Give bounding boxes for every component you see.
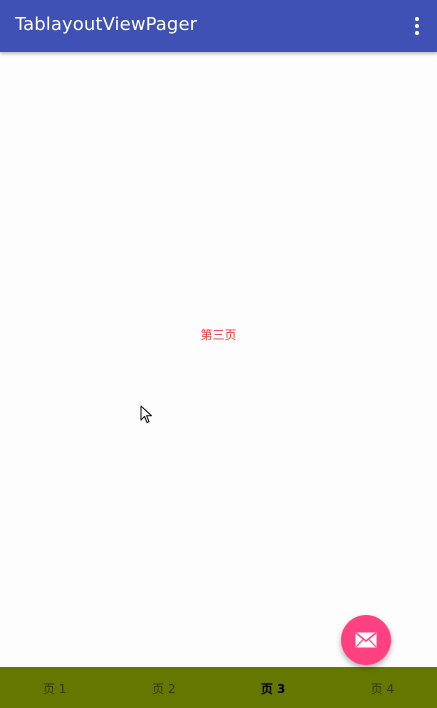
- tab-page-1[interactable]: 页 1: [0, 667, 109, 708]
- tab-label: 页 4: [370, 682, 395, 696]
- tab-label: 页 2: [152, 682, 176, 696]
- tab-page-4[interactable]: 页 4: [328, 667, 437, 708]
- mouse-cursor-icon: [140, 405, 152, 423]
- app-bar: TablayoutViewPager: [0, 0, 437, 52]
- tab-label: 页 3: [260, 682, 286, 696]
- email-fab-button[interactable]: [341, 615, 391, 665]
- view-pager-page[interactable]: 第三页: [0, 52, 437, 667]
- tab-label: 页 1: [42, 682, 67, 696]
- email-icon: [355, 632, 377, 648]
- page-label: 第三页: [200, 328, 237, 342]
- tab-bar: 页 1 页 2 页 3 页 4: [0, 667, 437, 708]
- more-vert-icon[interactable]: [407, 14, 427, 38]
- tab-page-3[interactable]: 页 3: [219, 667, 328, 708]
- tab-page-2[interactable]: 页 2: [109, 667, 218, 708]
- app-title: TablayoutViewPager: [15, 14, 198, 35]
